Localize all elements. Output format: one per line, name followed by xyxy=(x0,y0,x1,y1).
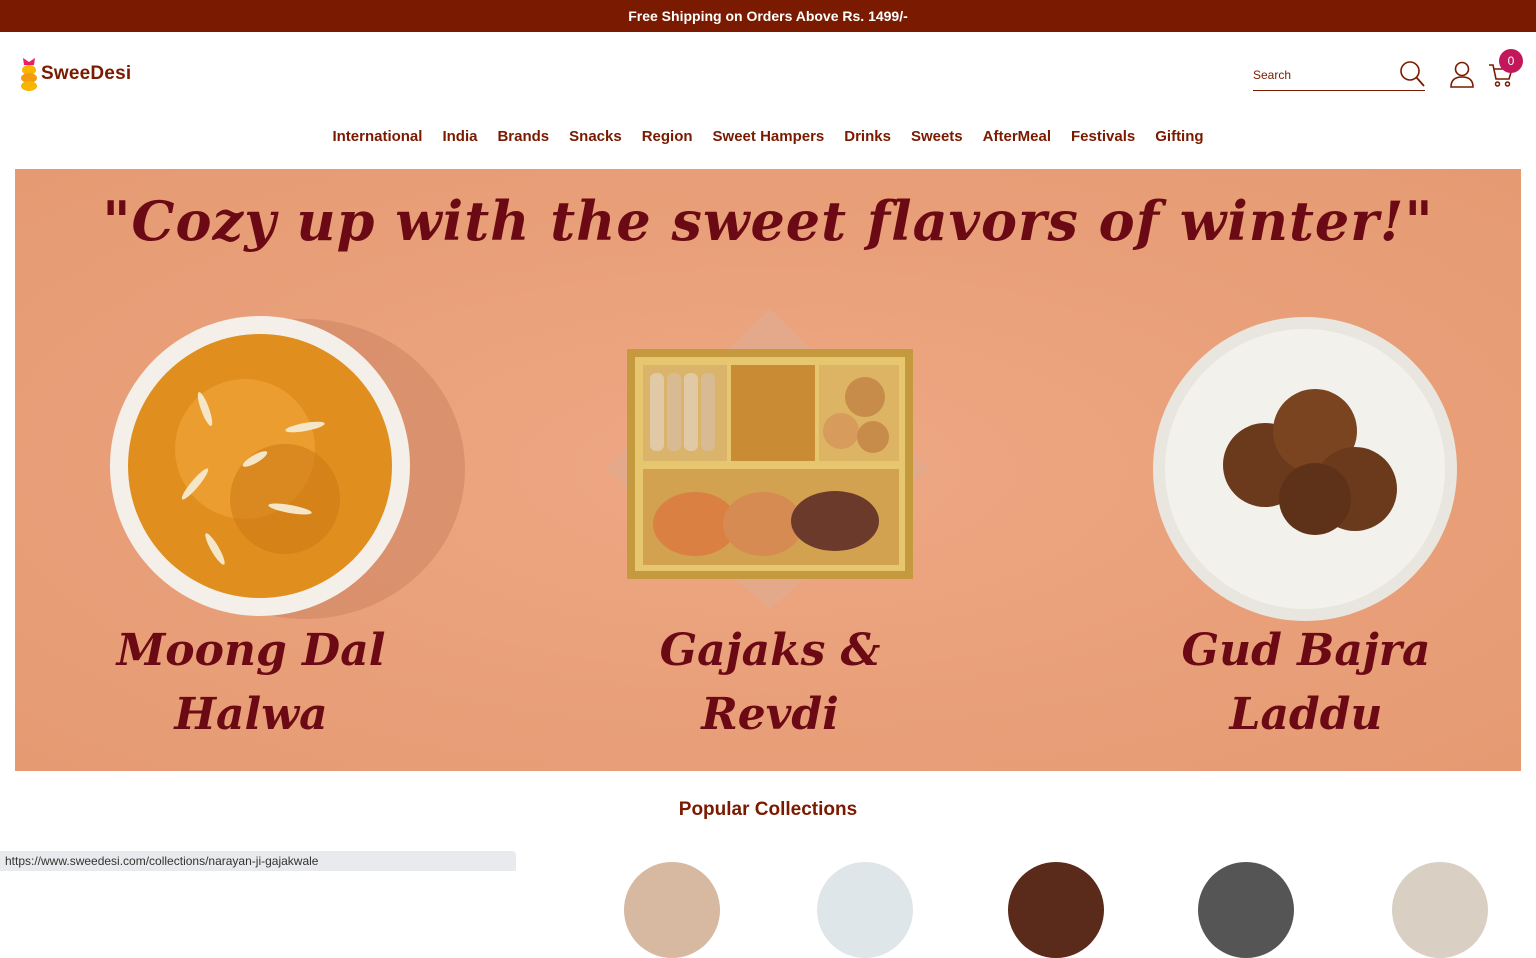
search-icon[interactable] xyxy=(1399,60,1425,88)
nav-item-india[interactable]: India xyxy=(442,128,477,152)
search-bar[interactable] xyxy=(1253,60,1425,91)
collection-thumb[interactable] xyxy=(1392,862,1488,958)
popular-collections-title: Popular Collections xyxy=(678,799,858,820)
nav-item-aftermeal[interactable]: AfterMeal xyxy=(983,128,1051,152)
search-input[interactable] xyxy=(1253,68,1393,82)
nav-item-region[interactable]: Region xyxy=(642,128,693,152)
nav-item-snacks[interactable]: Snacks xyxy=(569,128,622,152)
product-label-line1: Gud Bajra xyxy=(1181,625,1431,676)
product-label-line2: Halwa xyxy=(174,689,328,740)
logo-icon xyxy=(21,58,37,91)
nav-item-sweet-hampers[interactable]: Sweet Hampers xyxy=(713,128,825,152)
banner-headline: "Cozy up with the sweet flavors of winte… xyxy=(102,189,1434,253)
browser-status-url: https://www.sweedesi.com/collections/nar… xyxy=(0,851,516,871)
nav-item-gifting[interactable]: Gifting xyxy=(1155,128,1203,152)
nav-item-brands[interactable]: Brands xyxy=(497,128,549,152)
nav-item-sweets[interactable]: Sweets xyxy=(911,128,963,152)
collection-thumb[interactable] xyxy=(817,862,913,958)
product-label-line1: Gajaks & xyxy=(659,625,881,676)
product-label-line1: Moong Dal xyxy=(116,625,386,676)
nav-item-drinks[interactable]: Drinks xyxy=(844,128,891,152)
product-label-gajak: Gajaks & Revdi xyxy=(600,619,940,747)
nav-item-festivals[interactable]: Festivals xyxy=(1071,128,1135,152)
collection-thumb[interactable] xyxy=(624,862,720,958)
hero-banner[interactable]: "Cozy up with the sweet flavors of winte… xyxy=(15,169,1521,771)
product-label-line2: Laddu xyxy=(1229,689,1383,740)
main-nav: International India Brands Snacks Region… xyxy=(0,128,1536,152)
collection-thumb[interactable] xyxy=(1008,862,1104,958)
logo[interactable]: SweeDesi xyxy=(19,56,131,92)
product-label-line2: Revdi xyxy=(701,689,839,740)
nav-item-international[interactable]: International xyxy=(332,128,422,152)
cart-count-badge: 0 xyxy=(1499,49,1523,73)
account-icon[interactable] xyxy=(1449,61,1475,88)
brand-name: SweeDesi xyxy=(41,63,132,84)
product-label-laddu: Gud Bajra Laddu xyxy=(1136,619,1476,747)
collection-thumb[interactable] xyxy=(1198,862,1294,958)
product-label-halwa: Moong Dal Halwa xyxy=(81,619,421,747)
announcement-bar: Free Shipping on Orders Above Rs. 1499/- xyxy=(0,0,1536,32)
